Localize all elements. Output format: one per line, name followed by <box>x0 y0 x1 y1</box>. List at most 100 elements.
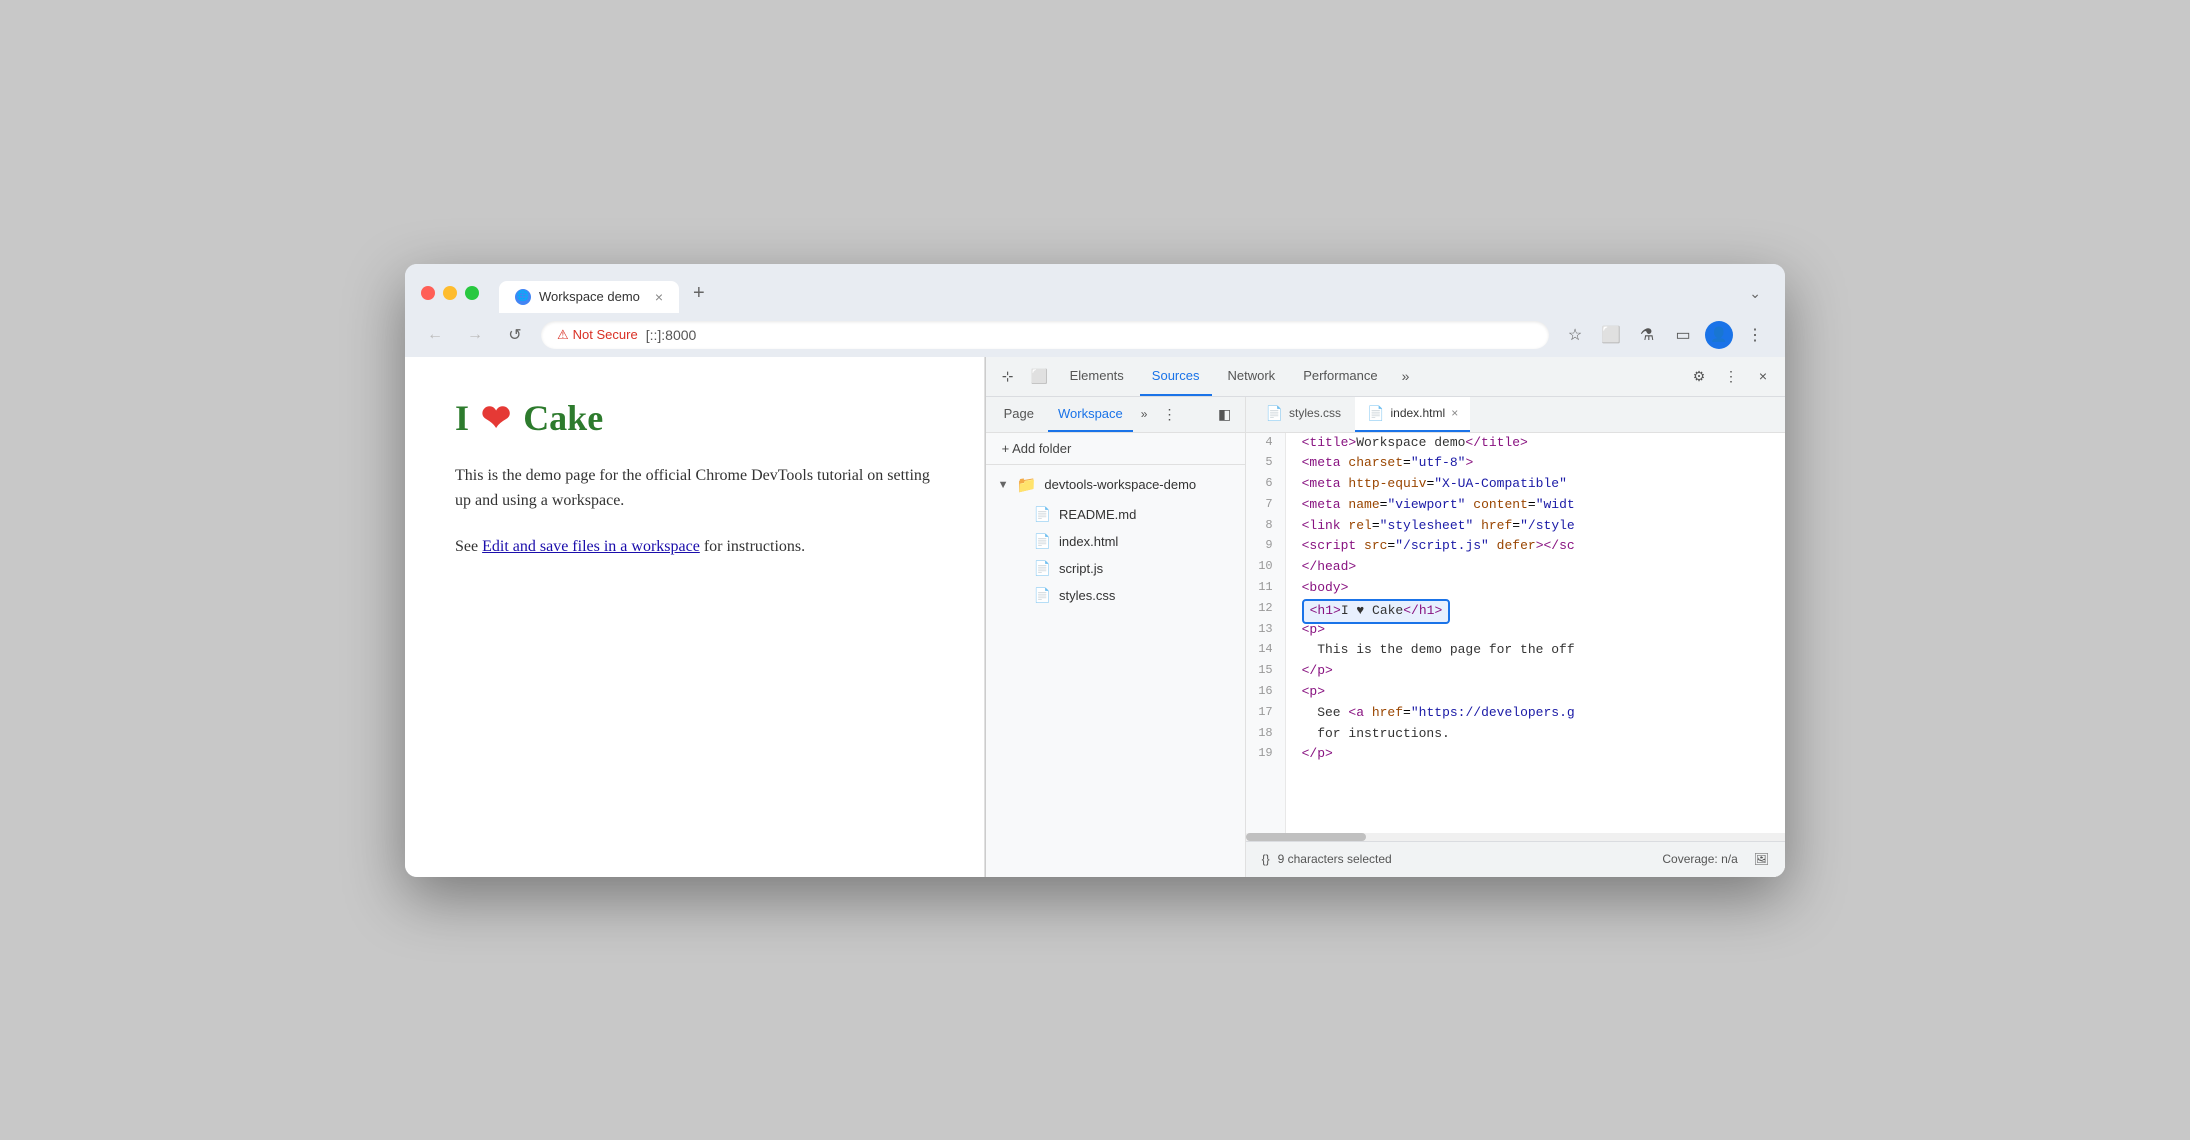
line-num-5: 5 <box>1254 453 1273 474</box>
code-tab-styles[interactable]: 📄 styles.css <box>1254 397 1353 433</box>
code-area: 📄 styles.css 📄 index.html × 4 <box>1246 397 1785 877</box>
tab-elements-label: Elements <box>1070 368 1124 383</box>
back-button[interactable]: ← <box>421 321 449 349</box>
line-num-15: 15 <box>1254 661 1273 682</box>
tab-close-button[interactable]: × <box>655 289 663 305</box>
extension-icon[interactable]: ⬜ <box>1597 321 1625 349</box>
format-icon[interactable]: {} <box>1262 852 1270 866</box>
line-num-4: 4 <box>1254 433 1273 454</box>
sidebar-toggle-icon[interactable]: ▭ <box>1669 321 1697 349</box>
workspace-folder[interactable]: ▼ 📁 devtools-workspace-demo <box>986 469 1245 501</box>
file-styles-css[interactable]: 📄 styles.css <box>986 582 1245 609</box>
new-tab-button[interactable]: + <box>681 274 717 313</box>
status-left: {} 9 characters selected <box>1262 852 1392 866</box>
line-num-7: 7 <box>1254 495 1273 516</box>
sources-sidebar-toggle-icon[interactable]: ◧ <box>1213 402 1237 426</box>
tab-title: Workspace demo <box>539 289 640 304</box>
page-content: I ❤ Cake This is the demo page for the o… <box>405 357 985 877</box>
not-secure-indicator: ⚠ Not Secure <box>557 327 638 343</box>
line-numbers: 4 5 6 7 8 9 10 11 12 13 14 15 16 <box>1246 433 1286 833</box>
js-file-icon: 📄 <box>1034 560 1051 577</box>
devtools-toolbar: ⊹ ⬜ Elements Sources Network Performance… <box>986 357 1785 397</box>
styles-tab-label: styles.css <box>1289 406 1341 420</box>
file-tree: ▼ 📁 devtools-workspace-demo 📄 README.md … <box>986 465 1245 877</box>
para2-prefix: See <box>455 538 482 555</box>
code-line-11: <body> <box>1302 578 1769 599</box>
page-heading: I ❤ Cake <box>455 397 934 439</box>
code-line-9: <script src="/script.js" defer></sc <box>1302 536 1769 557</box>
sources-workspace-label: Workspace <box>1058 406 1123 421</box>
index-tab-close-icon[interactable]: × <box>1451 406 1458 420</box>
devtools-more-icon[interactable]: ⋮ <box>1717 362 1745 390</box>
tab-sources[interactable]: Sources <box>1140 356 1212 396</box>
tab-elements[interactable]: Elements <box>1058 356 1136 396</box>
not-secure-label: Not Secure <box>573 327 638 342</box>
file-script-js[interactable]: 📄 script.js <box>986 555 1245 582</box>
line-num-10: 10 <box>1254 557 1273 578</box>
tab-network-label: Network <box>1228 368 1276 383</box>
scrollbar-thumb[interactable] <box>1246 833 1366 841</box>
close-traffic-light[interactable] <box>421 286 435 300</box>
code-editor: 4 5 6 7 8 9 10 11 12 13 14 15 16 <box>1246 433 1785 833</box>
more-menu-icon[interactable]: ⋮ <box>1741 321 1769 349</box>
line-num-16: 16 <box>1254 682 1273 703</box>
profile-icon[interactable]: 👤 <box>1705 321 1733 349</box>
code-line-16: <p> <box>1302 682 1769 703</box>
html-filename: index.html <box>1059 534 1118 549</box>
file-readme[interactable]: 📄 README.md <box>986 501 1245 528</box>
sources-more-menu-icon[interactable]: ⋮ <box>1155 400 1183 428</box>
bookmark-icon[interactable]: ☆ <box>1561 321 1589 349</box>
tab-performance[interactable]: Performance <box>1291 356 1389 396</box>
devtools-settings-icon[interactable]: ⚙ <box>1685 362 1713 390</box>
line-num-13: 13 <box>1254 620 1273 641</box>
line-num-8: 8 <box>1254 516 1273 537</box>
sources-sidebar: Page Workspace » ⋮ ◧ + Add folder <box>986 397 1246 877</box>
styles-tab-icon: 📄 <box>1266 405 1283 422</box>
folder-name: devtools-workspace-demo <box>1044 477 1196 492</box>
cursor-tool-icon[interactable]: ⊹ <box>994 362 1022 390</box>
lab-icon[interactable]: ⚗ <box>1633 321 1661 349</box>
warning-icon: ⚠ <box>557 327 569 343</box>
code-line-8: <link rel="stylesheet" href="/style <box>1302 516 1769 537</box>
code-line-17: See <a href="https://developers.g <box>1302 703 1769 724</box>
page-paragraph-1: This is the demo page for the official C… <box>455 463 934 514</box>
code-line-7: <meta name="viewport" content="widt <box>1302 495 1769 516</box>
html-file-icon: 📄 <box>1034 533 1051 550</box>
maximize-traffic-light[interactable] <box>465 286 479 300</box>
device-tool-icon[interactable]: ⬜ <box>1026 362 1054 390</box>
sources-more-tabs-icon[interactable]: » <box>1137 407 1152 421</box>
code-line-12[interactable]: <h1>I ♥ Cake</h1> <box>1302 599 1769 620</box>
devtools-toolbar-right: ⚙ ⋮ × <box>1685 362 1777 390</box>
minimize-traffic-light[interactable] <box>443 286 457 300</box>
more-tabs-icon[interactable]: » <box>1394 368 1418 384</box>
url-bar[interactable]: ⚠ Not Secure [::]:8000 <box>541 321 1549 349</box>
sources-workspace-tab[interactable]: Workspace <box>1048 397 1133 433</box>
devtools-close-icon[interactable]: × <box>1749 362 1777 390</box>
devtools-statusbar: {} 9 characters selected Coverage: n/a 🖼 <box>1246 841 1785 877</box>
css-file-icon: 📄 <box>1034 587 1051 604</box>
horizontal-scrollbar[interactable] <box>1246 833 1785 841</box>
para1-text: This is the demo page for the official C… <box>455 467 930 510</box>
line-num-19: 19 <box>1254 744 1273 765</box>
line-num-11: 11 <box>1254 578 1273 599</box>
code-tab-index[interactable]: 📄 index.html × <box>1355 397 1470 433</box>
code-line-14: This is the demo page for the off <box>1302 640 1769 661</box>
readme-filename: README.md <box>1059 507 1136 522</box>
tab-sources-label: Sources <box>1152 368 1200 383</box>
browser-tab[interactable]: 🌐 Workspace demo × <box>499 281 679 313</box>
code-line-19: </p> <box>1302 744 1769 765</box>
tab-network[interactable]: Network <box>1216 356 1288 396</box>
tab-expand-button[interactable]: ⌄ <box>1741 277 1769 310</box>
js-filename: script.js <box>1059 561 1103 576</box>
index-tab-icon: 📄 <box>1367 405 1384 422</box>
add-folder-button[interactable]: + Add folder <box>986 433 1245 465</box>
screenshot-status-icon[interactable]: 🖼 <box>1754 852 1769 866</box>
heading-cake-text: Cake <box>523 397 603 439</box>
file-index-html[interactable]: 📄 index.html <box>986 528 1245 555</box>
code-line-10: </head> <box>1302 557 1769 578</box>
refresh-button[interactable]: ↺ <box>501 321 529 349</box>
sources-page-tab[interactable]: Page <box>994 397 1044 433</box>
forward-button[interactable]: → <box>461 321 489 349</box>
workspace-link[interactable]: Edit and save files in a workspace <box>482 538 700 555</box>
code-line-6: <meta http-equiv="X-UA-Compatible" <box>1302 474 1769 495</box>
